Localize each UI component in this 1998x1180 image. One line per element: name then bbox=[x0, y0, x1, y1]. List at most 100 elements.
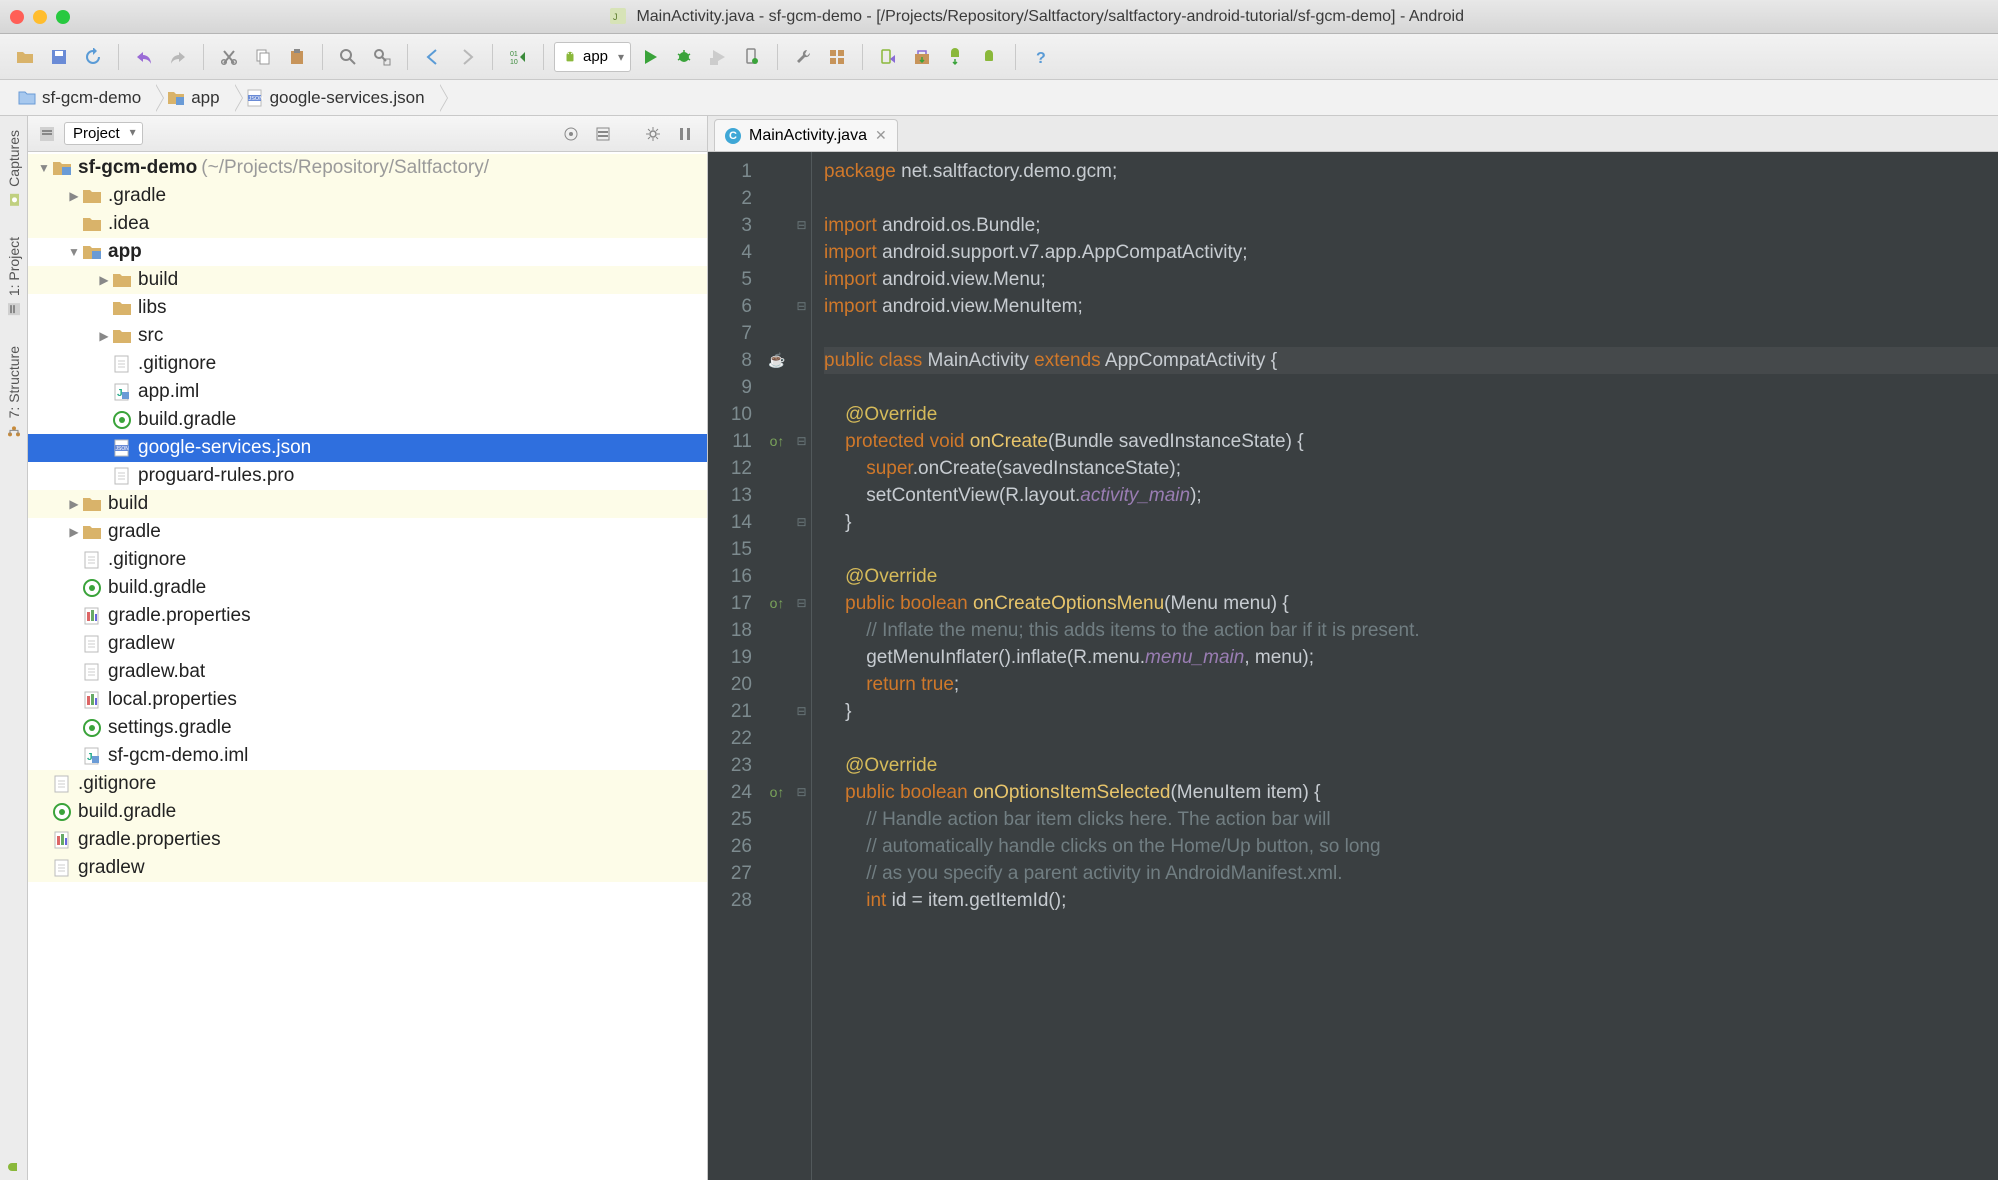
code-line[interactable]: public boolean onCreateOptionsMenu(Menu … bbox=[824, 590, 1998, 617]
project-view-combo[interactable]: Project bbox=[64, 122, 143, 145]
code-line[interactable] bbox=[824, 374, 1998, 401]
sdk-manager-button[interactable] bbox=[907, 42, 937, 72]
fold-toggle[interactable]: ⊟ bbox=[792, 509, 811, 536]
cut-button[interactable] bbox=[214, 42, 244, 72]
code-line[interactable]: protected void onCreate(Bundle savedInst… bbox=[824, 428, 1998, 455]
forward-button[interactable] bbox=[452, 42, 482, 72]
fold-toggle[interactable] bbox=[792, 833, 811, 860]
code-line[interactable] bbox=[824, 536, 1998, 563]
code-line[interactable]: // Inflate the menu; this adds items to … bbox=[824, 617, 1998, 644]
fold-toggle[interactable]: ⊟ bbox=[792, 779, 811, 806]
project-structure-button[interactable] bbox=[822, 42, 852, 72]
code-line[interactable]: getMenuInflater().inflate(R.menu.menu_ma… bbox=[824, 644, 1998, 671]
paste-button[interactable] bbox=[282, 42, 312, 72]
captures-tool-tab[interactable]: Captures bbox=[4, 124, 24, 213]
tree-node[interactable]: Jsf-gcm-demo.iml bbox=[28, 742, 707, 770]
code-line[interactable]: return true; bbox=[824, 671, 1998, 698]
tree-node[interactable]: proguard-rules.pro bbox=[28, 462, 707, 490]
help-button[interactable]: ? bbox=[1026, 42, 1056, 72]
code-line[interactable]: super.onCreate(savedInstanceState); bbox=[824, 455, 1998, 482]
code-line[interactable]: } bbox=[824, 698, 1998, 725]
tree-node[interactable]: .idea bbox=[28, 210, 707, 238]
fold-toggle[interactable] bbox=[792, 482, 811, 509]
tree-node[interactable]: JSONgoogle-services.json bbox=[28, 434, 707, 462]
breadcrumb-item[interactable]: sf-gcm-demo bbox=[8, 84, 157, 112]
structure-tool-tab[interactable]: 7: Structure bbox=[4, 340, 24, 444]
tree-node[interactable]: settings.gradle bbox=[28, 714, 707, 742]
tree-node[interactable]: ▶gradle bbox=[28, 518, 707, 546]
tree-node[interactable]: ▶src bbox=[28, 322, 707, 350]
project-tree[interactable]: ▼sf-gcm-demo(~/Projects/Repository/Saltf… bbox=[28, 152, 707, 1180]
open-button[interactable] bbox=[10, 42, 40, 72]
tree-node[interactable]: gradle.properties bbox=[28, 602, 707, 630]
fold-toggle[interactable]: ⊟ bbox=[792, 698, 811, 725]
tree-node[interactable]: libs bbox=[28, 294, 707, 322]
tree-node[interactable]: local.properties bbox=[28, 686, 707, 714]
find-button[interactable] bbox=[333, 42, 363, 72]
code-line[interactable]: @Override bbox=[824, 563, 1998, 590]
code-line[interactable]: int id = item.getItemId(); bbox=[824, 887, 1998, 914]
disclosure-triangle[interactable]: ▼ bbox=[36, 161, 52, 175]
fold-toggle[interactable] bbox=[792, 374, 811, 401]
minimize-window-button[interactable] bbox=[33, 10, 47, 24]
run-button[interactable] bbox=[635, 42, 665, 72]
tree-node[interactable]: gradle.properties bbox=[28, 826, 707, 854]
code-line[interactable]: @Override bbox=[824, 752, 1998, 779]
fold-gutter[interactable]: ⊟⊟⊟⊟⊟⊟⊟ bbox=[792, 152, 812, 1180]
code-line[interactable] bbox=[824, 320, 1998, 347]
code-editor[interactable]: 1234567891011121314151617181920212223242… bbox=[708, 152, 1998, 1180]
avd-manager-button[interactable] bbox=[873, 42, 903, 72]
code-line[interactable]: import android.view.MenuItem; bbox=[824, 293, 1998, 320]
tree-node[interactable]: build.gradle bbox=[28, 574, 707, 602]
code-line[interactable] bbox=[824, 725, 1998, 752]
tree-node[interactable]: ▼app bbox=[28, 238, 707, 266]
fold-toggle[interactable] bbox=[792, 563, 811, 590]
copy-button[interactable] bbox=[248, 42, 278, 72]
tree-node[interactable]: ▶.gradle bbox=[28, 182, 707, 210]
tree-node[interactable]: ▼sf-gcm-demo(~/Projects/Repository/Saltf… bbox=[28, 154, 707, 182]
fold-toggle[interactable] bbox=[792, 158, 811, 185]
code-content[interactable]: package net.saltfactory.demo.gcm; import … bbox=[812, 152, 1998, 1180]
disclosure-triangle[interactable]: ▶ bbox=[66, 525, 82, 539]
fold-toggle[interactable] bbox=[792, 617, 811, 644]
disclosure-triangle[interactable]: ▼ bbox=[66, 245, 82, 259]
fold-toggle[interactable]: ⊟ bbox=[792, 590, 811, 617]
make-button[interactable]: 0110 bbox=[503, 42, 533, 72]
scroll-to-source-button[interactable] bbox=[559, 122, 583, 146]
tree-node[interactable]: .gitignore bbox=[28, 770, 707, 798]
code-line[interactable]: package net.saltfactory.demo.gcm; bbox=[824, 158, 1998, 185]
stop-button[interactable] bbox=[788, 42, 818, 72]
breadcrumb-item[interactable]: app bbox=[157, 84, 235, 112]
android-button[interactable] bbox=[975, 42, 1005, 72]
fold-toggle[interactable] bbox=[792, 860, 811, 887]
debug-button[interactable] bbox=[669, 42, 699, 72]
tree-node[interactable]: build.gradle bbox=[28, 798, 707, 826]
disclosure-triangle[interactable]: ▶ bbox=[96, 329, 112, 343]
attach-debugger-button[interactable] bbox=[737, 42, 767, 72]
fold-toggle[interactable] bbox=[792, 455, 811, 482]
undo-button[interactable] bbox=[129, 42, 159, 72]
tree-node[interactable]: build.gradle bbox=[28, 406, 707, 434]
redo-button[interactable] bbox=[163, 42, 193, 72]
code-line[interactable]: // Handle action bar item clicks here. T… bbox=[824, 806, 1998, 833]
tree-node[interactable]: ▶build bbox=[28, 490, 707, 518]
close-window-button[interactable] bbox=[10, 10, 24, 24]
sync-button[interactable] bbox=[78, 42, 108, 72]
save-all-button[interactable] bbox=[44, 42, 74, 72]
code-line[interactable]: import android.os.Bundle; bbox=[824, 212, 1998, 239]
fold-toggle[interactable] bbox=[792, 644, 811, 671]
code-line[interactable]: // automatically handle clicks on the Ho… bbox=[824, 833, 1998, 860]
collapse-all-button[interactable] bbox=[591, 122, 615, 146]
fold-toggle[interactable]: ⊟ bbox=[792, 293, 811, 320]
disclosure-triangle[interactable]: ▶ bbox=[66, 497, 82, 511]
tree-node[interactable]: ▶build bbox=[28, 266, 707, 294]
tool-settings-button[interactable] bbox=[641, 122, 665, 146]
coverage-button[interactable] bbox=[703, 42, 733, 72]
fold-toggle[interactable] bbox=[792, 320, 811, 347]
zoom-window-button[interactable] bbox=[56, 10, 70, 24]
breadcrumb-item[interactable]: JSON google-services.json bbox=[236, 84, 441, 112]
tree-node[interactable]: .gitignore bbox=[28, 546, 707, 574]
code-line[interactable]: @Override bbox=[824, 401, 1998, 428]
tree-node[interactable]: .gitignore bbox=[28, 350, 707, 378]
code-line[interactable] bbox=[824, 185, 1998, 212]
